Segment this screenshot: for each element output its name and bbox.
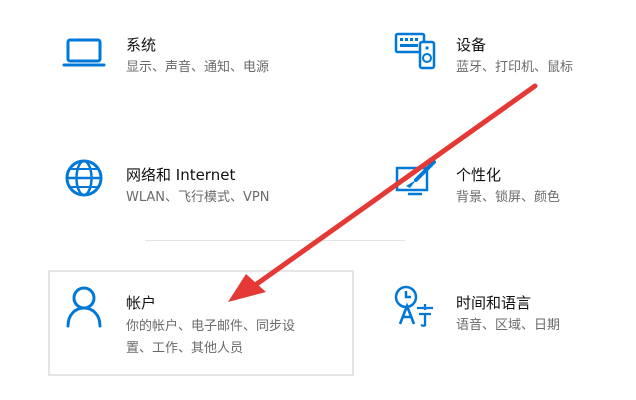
tile-subtitle-line-2: 置、工作、其他人员: [126, 341, 244, 356]
globe-icon: [62, 156, 106, 200]
tile-subtitle: 显示、声音、通知、电源: [126, 60, 270, 75]
tile-personalization[interactable]: 个性化 背景、锁屏、颜色: [380, 152, 630, 232]
tile-system[interactable]: 系统 显示、声音、通知、电源: [50, 22, 350, 102]
tile-title: 设备: [456, 36, 487, 54]
tile-title: 时间和语言: [456, 294, 532, 312]
tile-devices[interactable]: 设备 蓝牙、打印机、鼠标: [380, 22, 630, 102]
tile-subtitle: 蓝牙、打印机、鼠标: [456, 60, 574, 75]
tile-title: 帐户: [126, 294, 157, 312]
paint-brush-icon: [394, 158, 438, 202]
tile-subtitle: 背景、锁屏、颜色: [456, 190, 561, 205]
time-language-icon: [392, 284, 436, 328]
tile-accounts[interactable]: 帐户 你的帐户、电子邮件、同步设 置、工作、其他人员: [48, 270, 354, 376]
tile-title: 系统: [126, 36, 157, 54]
tile-time-language[interactable]: 时间和语言 语音、区域、日期: [380, 280, 630, 360]
tile-subtitle: 语音、区域、日期: [456, 318, 561, 333]
tile-subtitle: WLAN、飞行模式、VPN: [126, 190, 270, 205]
tile-network[interactable]: 网络和 Internet WLAN、飞行模式、VPN: [50, 152, 350, 232]
tile-title: 个性化: [456, 166, 502, 184]
keyboard-speaker-icon: [394, 28, 438, 72]
person-icon: [62, 284, 106, 328]
laptop-icon: [62, 32, 106, 76]
settings-home: 系统 显示、声音、通知、电源 设备 蓝牙、打印机、鼠标 网络和 Internet…: [0, 0, 636, 400]
tile-title: 网络和 Internet: [126, 166, 236, 184]
divider: [145, 240, 405, 241]
tile-subtitle-line-1: 你的帐户、电子邮件、同步设: [126, 319, 296, 334]
